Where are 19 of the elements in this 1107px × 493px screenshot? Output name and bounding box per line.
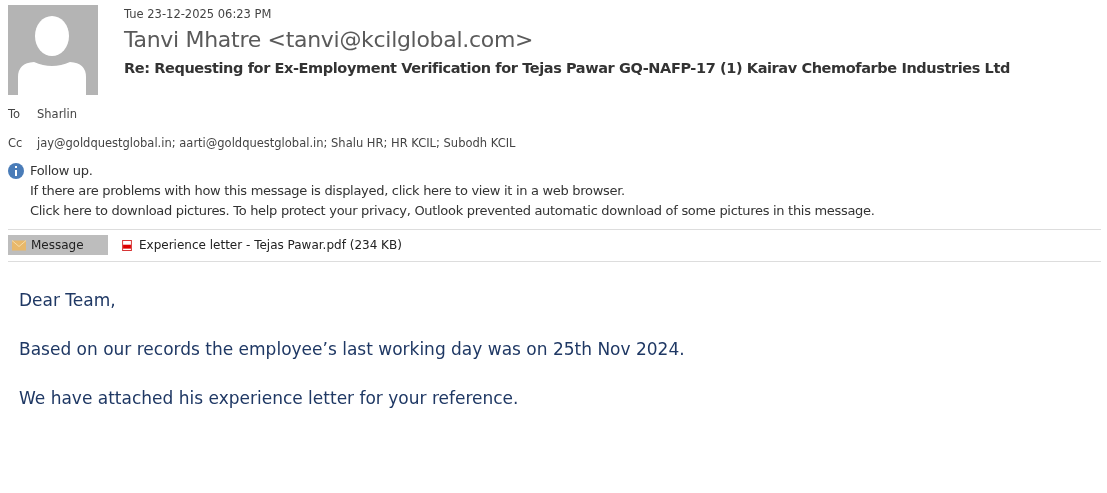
info-message: Click here to download pictures. To help protect your privacy, Outlook prevented automatic download of some pictures in this message.	[30, 202, 875, 220]
recipient-label: Cc	[8, 136, 24, 150]
body-paragraph: We have attached his experience letter for your reference.	[19, 387, 520, 410]
recipient-list: Sharlin	[37, 107, 78, 121]
recipient-list: jay@goldquestglobal.in; aarti@goldquestglobal.in; Shalu HR; HR KCIL; Subodh KCIL	[37, 136, 516, 150]
body-paragraph: Based on our records the employee’s last working day was on 25th Nov 2024.	[19, 338, 686, 361]
message-tab[interactable]: Message	[8, 235, 108, 255]
pdf-file-icon	[120, 239, 134, 251]
recipient-label: To	[8, 107, 22, 121]
attachment-tab[interactable]: Experience letter - Tejas Pawar.pdf (234 KB)	[116, 235, 406, 255]
info-message: Follow up.	[30, 162, 94, 180]
avatar-icon	[8, 5, 98, 95]
info-message: If there are problems with how this message is displayed, click here to view it in a web browser.	[30, 182, 626, 200]
body-paragraph: Dear Team,	[19, 289, 117, 312]
envelope-icon	[12, 239, 26, 251]
info-icon	[8, 163, 24, 179]
sender-name: Tanvi Mhatre <tanvi@kcilglobal.com>	[124, 27, 535, 52]
sent-date: Tue 23-12-2025 06:23 PM	[124, 7, 273, 21]
email-subject: Re: Requesting for Ex-Employment Verification for Tejas Pawar GQ-NAFP-17 (1) Kairav Chemofarbe Industries Ltd	[124, 60, 1010, 76]
